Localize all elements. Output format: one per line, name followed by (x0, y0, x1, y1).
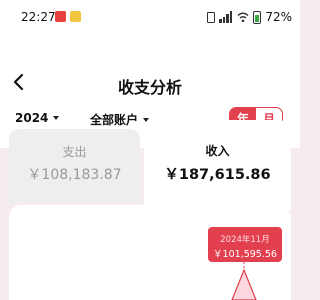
tooltip-amount: ￥101,595.56 (213, 249, 277, 260)
tooltip-month: 2024年11月 (220, 235, 270, 245)
chart-tooltip: 2024年11月 ￥101,595.56 (208, 227, 282, 262)
income-peak-area (231, 268, 257, 300)
